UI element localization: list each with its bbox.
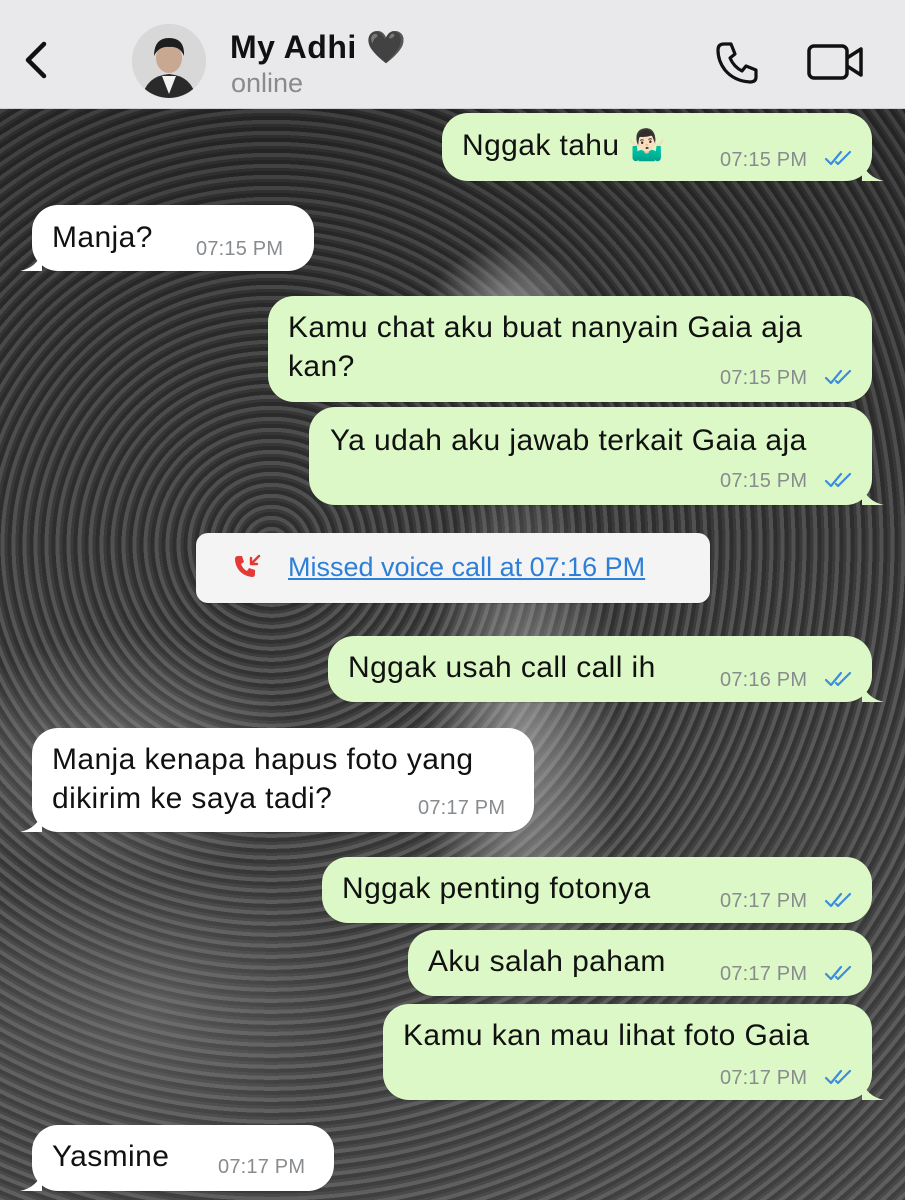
message-bubble-outgoing[interactable]: Nggak tahu 🤷🏻‍♂️ 07:15 PM [442,113,884,181]
message-text: Yasmine [52,1140,170,1173]
message-time: 07:15 PM [720,367,808,389]
message-time: 07:17 PM [418,797,506,819]
message-time: 07:17 PM [720,890,808,912]
read-receipt-icon [824,671,852,687]
message-text-line: Manja kenapa hapus foto yang [52,743,474,776]
contact-avatar[interactable] [132,24,206,98]
missed-call-icon [235,554,261,577]
message-text-line: dikirim ke saya tadi? [52,782,333,815]
message-text-line: kan? [288,350,355,383]
message-text: Nggak tahu 🤷🏻‍♂️ [462,129,666,162]
message-bubble-outgoing[interactable]: Kamu kan mau lihat foto Gaia 07:17 PM [383,1004,884,1100]
bubble-tail [862,161,884,181]
read-receipt-icon [824,472,852,488]
message-text: Manja? [52,221,153,254]
message-text: Ya udah aku jawab terkait Gaia aja [330,424,807,457]
message-text: Nggak usah call call ih [348,651,656,684]
message-time: 07:17 PM [720,1067,808,1089]
missed-call-link[interactable]: Missed voice call at 07:16 PM [288,547,645,587]
bubble-tail [862,485,884,505]
contact-status: online [231,68,304,98]
video-call-button[interactable] [806,40,866,84]
message-bubble-incoming[interactable]: Yasmine 07:17 PM [20,1125,334,1191]
message-bubble-outgoing[interactable]: Nggak penting fotonya 07:17 PM [322,857,872,923]
read-receipt-icon [824,892,852,908]
message-bubble-incoming[interactable]: Manja kenapa hapus foto yang dikirim ke … [20,728,534,832]
message-time: 07:17 PM [720,963,808,985]
bubble-tail [20,1171,42,1191]
message-text-line: Kamu chat aku buat nanyain Gaia aja [288,311,803,344]
avatar-photo [132,24,206,98]
read-receipt-icon [824,965,852,981]
read-receipt-icon [824,150,852,166]
message-bubble-outgoing[interactable]: Aku salah paham 07:17 PM [408,930,872,996]
missed-call-notice[interactable]: Missed voice call at 07:16 PM [196,533,710,603]
message-bubble-outgoing[interactable]: Kamu chat aku buat nanyain Gaia aja kan?… [268,296,872,402]
back-button[interactable] [18,40,58,80]
message-bubble-outgoing[interactable]: Nggak usah call call ih 07:16 PM [328,636,884,702]
message-text: Kamu kan mau lihat foto Gaia [403,1019,810,1052]
chat-header: My Adhi 🖤 online [0,0,905,109]
phone-icon [716,42,758,84]
video-camera-icon [807,44,863,80]
read-receipt-icon [824,369,852,385]
chevron-left-icon [25,41,47,79]
bubble-tail [20,812,42,832]
bubble-tail [862,1080,884,1100]
voice-call-button[interactable] [712,38,762,88]
message-text: Nggak penting fotonya [342,872,651,905]
message-time: 07:17 PM [218,1156,306,1178]
contact-name[interactable]: My Adhi 🖤 [230,28,406,66]
message-text: Aku salah paham [428,945,666,978]
message-time: 07:15 PM [196,238,284,260]
message-time: 07:16 PM [720,669,808,691]
message-time: 07:15 PM [720,149,808,171]
bubble-tail [20,251,42,271]
bubble-tail [862,682,884,702]
read-receipt-icon [824,1069,852,1085]
message-bubble-outgoing[interactable]: Ya udah aku jawab terkait Gaia aja 07:15… [309,407,884,505]
message-bubble-incoming[interactable]: Manja? 07:15 PM [20,205,314,271]
message-time: 07:15 PM [720,470,808,492]
